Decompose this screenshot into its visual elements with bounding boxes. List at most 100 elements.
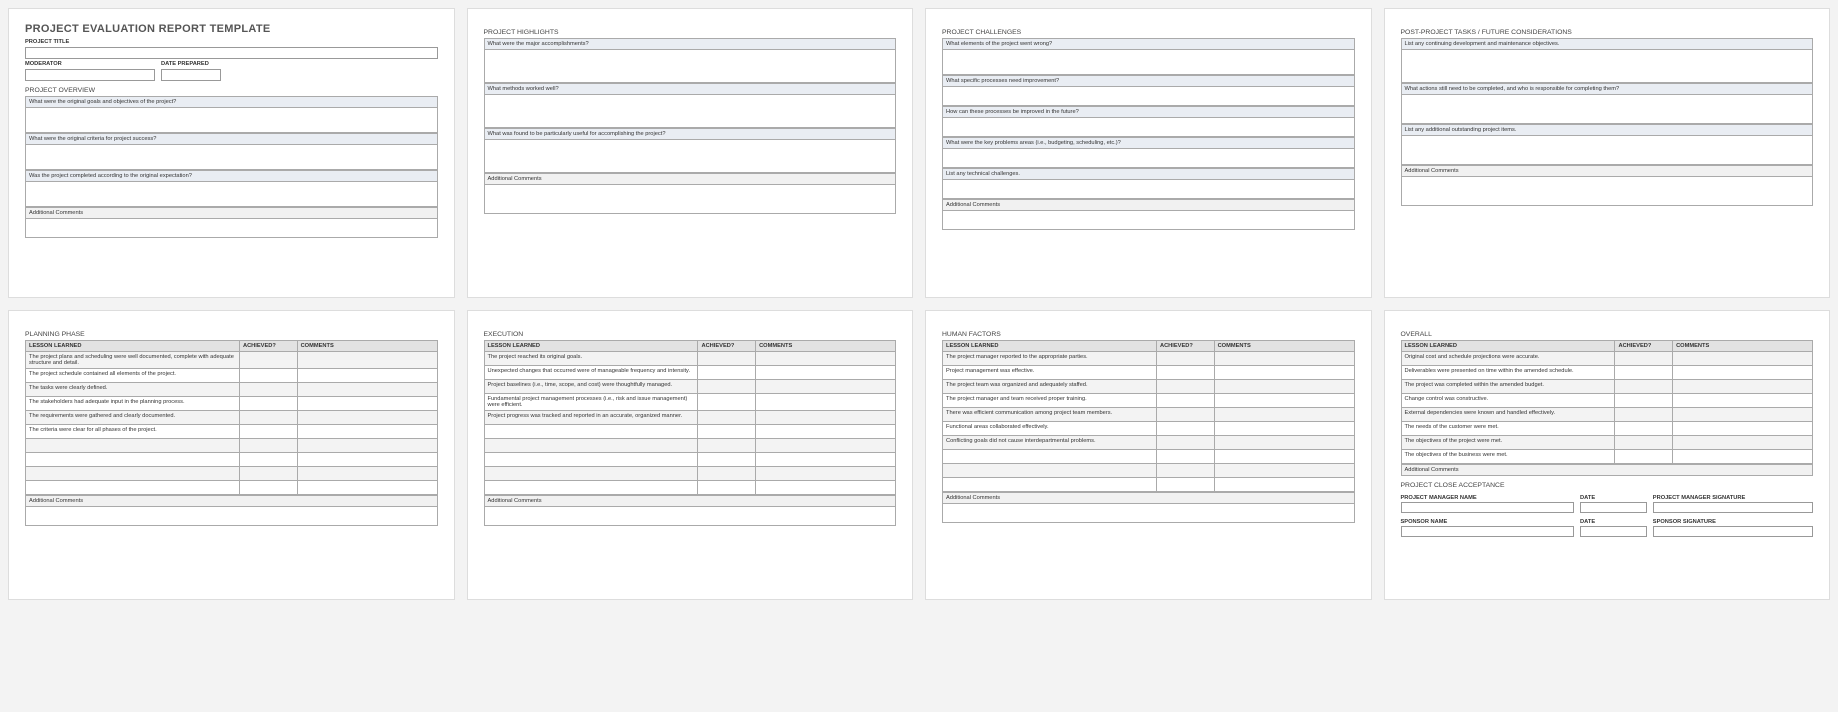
comments-cell[interactable] <box>756 352 896 366</box>
achieved-cell[interactable] <box>239 397 297 411</box>
p4-addl-body[interactable] <box>1401 176 1814 206</box>
achieved-cell[interactable] <box>1156 352 1214 366</box>
achieved-cell[interactable] <box>1615 352 1673 366</box>
achieved-cell[interactable] <box>1156 394 1214 408</box>
achieved-cell[interactable] <box>698 394 756 411</box>
achieved-cell[interactable] <box>239 481 297 495</box>
comments-cell[interactable] <box>1214 478 1354 492</box>
comments-cell[interactable] <box>297 481 437 495</box>
p3-q4-body[interactable] <box>942 148 1355 168</box>
comments-cell[interactable] <box>756 453 896 467</box>
comments-cell[interactable] <box>1214 394 1354 408</box>
p3-q1-body[interactable] <box>942 49 1355 75</box>
comments-cell[interactable] <box>1214 450 1354 464</box>
achieved-cell[interactable] <box>239 453 297 467</box>
comments-cell[interactable] <box>297 397 437 411</box>
comments-cell[interactable] <box>1673 450 1813 464</box>
achieved-cell[interactable] <box>239 383 297 397</box>
sponsor-name-input[interactable] <box>1401 526 1575 537</box>
achieved-cell[interactable] <box>1156 408 1214 422</box>
comments-cell[interactable] <box>1214 464 1354 478</box>
achieved-cell[interactable] <box>698 411 756 425</box>
comments-cell[interactable] <box>1214 352 1354 366</box>
achieved-cell[interactable] <box>239 411 297 425</box>
achieved-cell[interactable] <box>1615 366 1673 380</box>
pm-sig-input[interactable] <box>1653 502 1813 513</box>
achieved-cell[interactable] <box>698 380 756 394</box>
p2-q3-body[interactable] <box>484 139 897 173</box>
achieved-cell[interactable] <box>698 425 756 439</box>
p7-addl-body[interactable] <box>942 503 1355 523</box>
comments-cell[interactable] <box>756 467 896 481</box>
achieved-cell[interactable] <box>1156 450 1214 464</box>
comments-cell[interactable] <box>1673 366 1813 380</box>
comments-cell[interactable] <box>756 394 896 411</box>
achieved-cell[interactable] <box>1615 422 1673 436</box>
comments-cell[interactable] <box>1673 380 1813 394</box>
p1-q1-body[interactable] <box>25 107 438 133</box>
p3-q5-body[interactable] <box>942 179 1355 199</box>
achieved-cell[interactable] <box>1615 380 1673 394</box>
achieved-cell[interactable] <box>239 467 297 481</box>
comments-cell[interactable] <box>756 439 896 453</box>
comments-cell[interactable] <box>297 439 437 453</box>
comments-cell[interactable] <box>1673 408 1813 422</box>
comments-cell[interactable] <box>297 467 437 481</box>
sponsor-sig-input[interactable] <box>1653 526 1813 537</box>
comments-cell[interactable] <box>297 383 437 397</box>
comments-cell[interactable] <box>756 481 896 495</box>
date-prepared-input[interactable] <box>161 69 221 81</box>
p2-q1-body[interactable] <box>484 49 897 83</box>
achieved-cell[interactable] <box>698 467 756 481</box>
achieved-cell[interactable] <box>1615 450 1673 464</box>
moderator-input[interactable] <box>25 69 155 81</box>
achieved-cell[interactable] <box>698 481 756 495</box>
p6-addl-body[interactable] <box>484 506 897 526</box>
p2-q2-body[interactable] <box>484 94 897 128</box>
comments-cell[interactable] <box>1673 436 1813 450</box>
achieved-cell[interactable] <box>698 366 756 380</box>
achieved-cell[interactable] <box>1156 366 1214 380</box>
achieved-cell[interactable] <box>698 352 756 366</box>
comments-cell[interactable] <box>297 352 437 369</box>
pm-name-input[interactable] <box>1401 502 1575 513</box>
achieved-cell[interactable] <box>1156 478 1214 492</box>
achieved-cell[interactable] <box>239 369 297 383</box>
achieved-cell[interactable] <box>1156 464 1214 478</box>
p5-addl-body[interactable] <box>25 506 438 526</box>
comments-cell[interactable] <box>1214 380 1354 394</box>
achieved-cell[interactable] <box>239 352 297 369</box>
p3-addl-body[interactable] <box>942 210 1355 230</box>
achieved-cell[interactable] <box>239 425 297 439</box>
p2-addl-body[interactable] <box>484 184 897 214</box>
p1-addl-body[interactable] <box>25 218 438 238</box>
achieved-cell[interactable] <box>698 439 756 453</box>
comments-cell[interactable] <box>1673 422 1813 436</box>
achieved-cell[interactable] <box>1156 436 1214 450</box>
comments-cell[interactable] <box>1214 436 1354 450</box>
achieved-cell[interactable] <box>1156 380 1214 394</box>
comments-cell[interactable] <box>297 453 437 467</box>
p1-q3-body[interactable] <box>25 181 438 207</box>
comments-cell[interactable] <box>297 411 437 425</box>
comments-cell[interactable] <box>297 369 437 383</box>
achieved-cell[interactable] <box>1156 422 1214 436</box>
comments-cell[interactable] <box>1214 366 1354 380</box>
achieved-cell[interactable] <box>239 439 297 453</box>
achieved-cell[interactable] <box>1615 408 1673 422</box>
p4-q2-body[interactable] <box>1401 94 1814 124</box>
p3-q2-body[interactable] <box>942 86 1355 106</box>
pm-date-input[interactable] <box>1580 502 1647 513</box>
comments-cell[interactable] <box>756 425 896 439</box>
comments-cell[interactable] <box>756 366 896 380</box>
comments-cell[interactable] <box>1673 352 1813 366</box>
achieved-cell[interactable] <box>698 453 756 467</box>
comments-cell[interactable] <box>1214 422 1354 436</box>
p4-q1-body[interactable] <box>1401 49 1814 83</box>
comments-cell[interactable] <box>297 425 437 439</box>
p1-q2-body[interactable] <box>25 144 438 170</box>
comments-cell[interactable] <box>1214 408 1354 422</box>
achieved-cell[interactable] <box>1615 394 1673 408</box>
comments-cell[interactable] <box>756 380 896 394</box>
comments-cell[interactable] <box>756 411 896 425</box>
